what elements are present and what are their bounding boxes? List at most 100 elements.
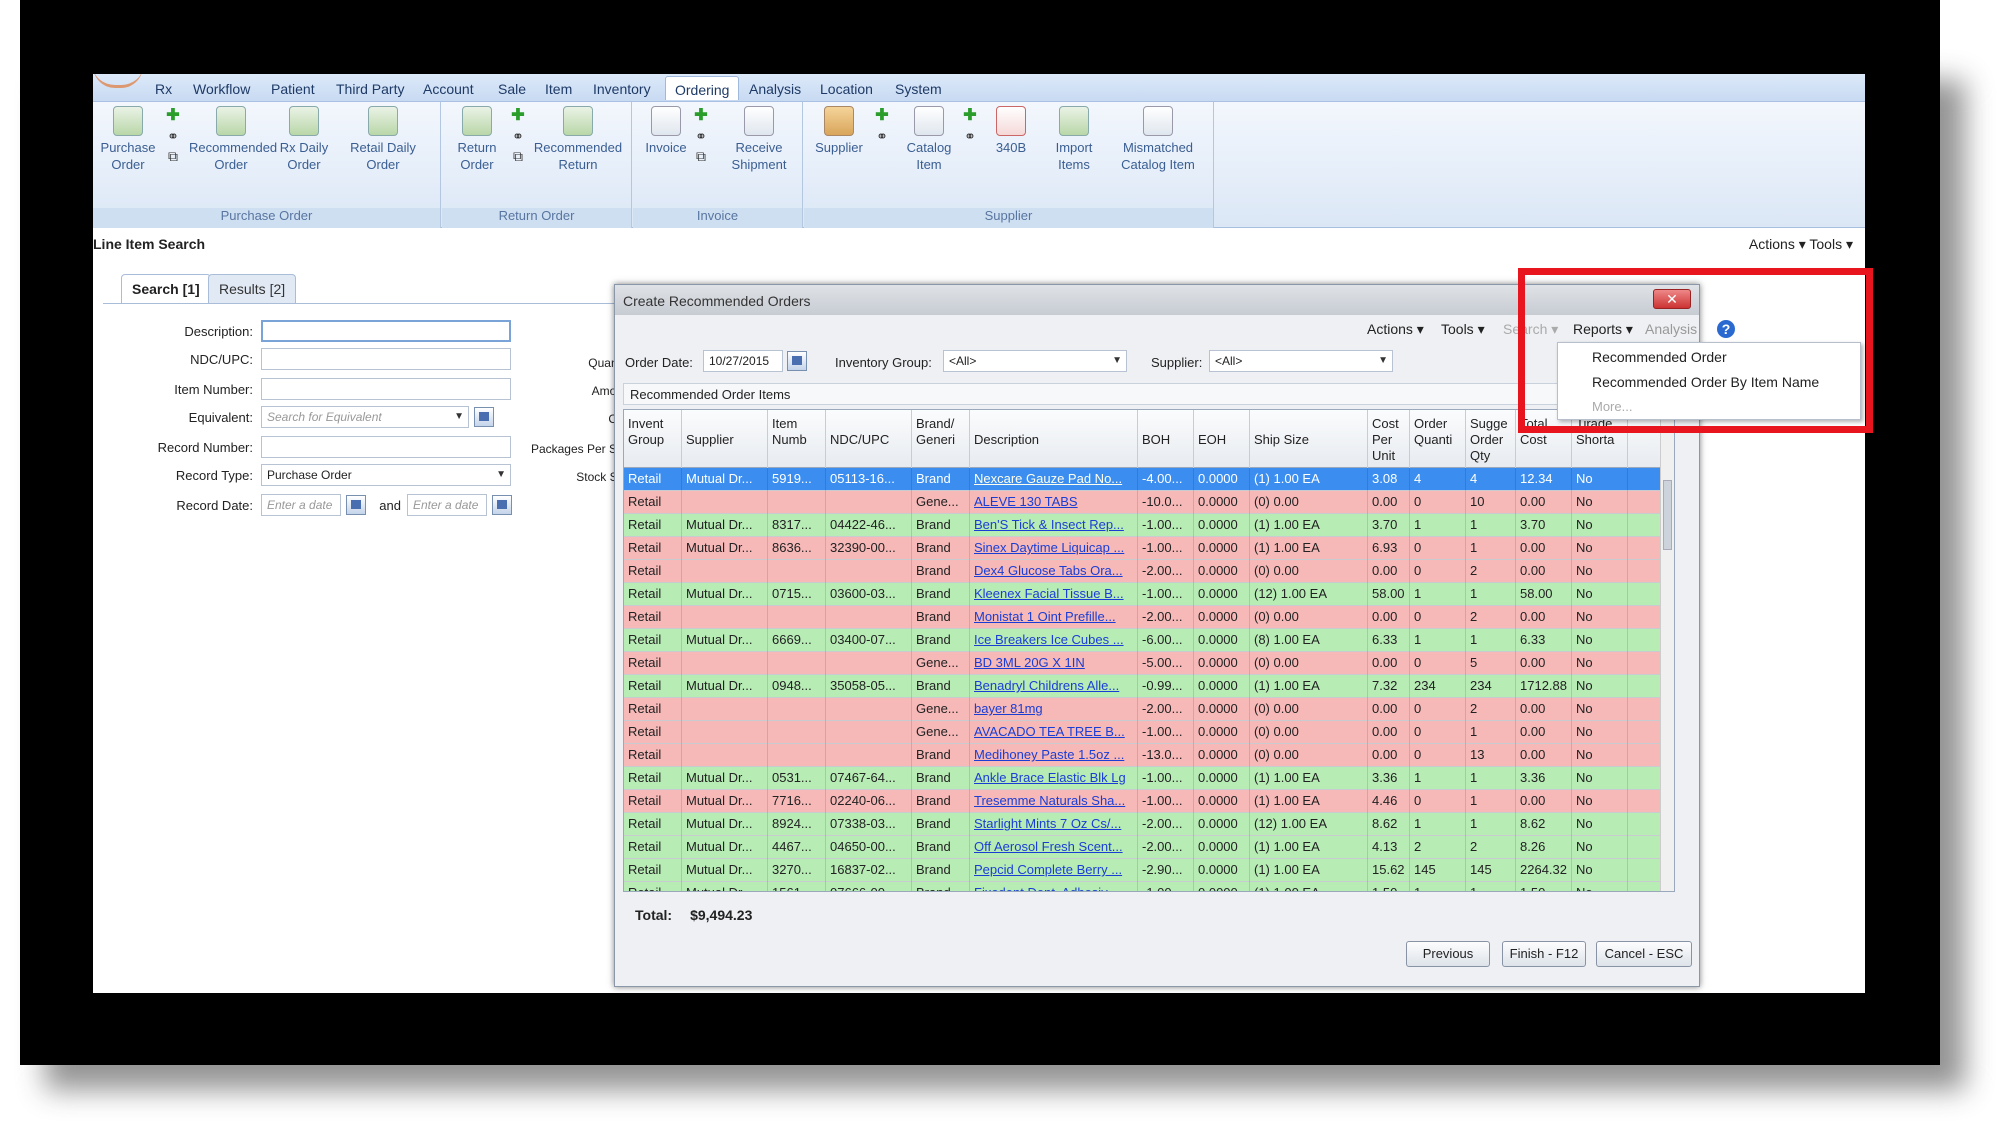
description-input[interactable] [261, 320, 511, 342]
chevron-down-icon[interactable]: ▼ [1378, 355, 1388, 366]
table-row[interactable]: Retail Mutual Dr... 0948... 35058-05... Bran… [624, 675, 1674, 698]
copy-icon[interactable]: ⧉ [510, 148, 526, 164]
tab-search[interactable]: Search [1] [121, 274, 211, 304]
recommended-order-button[interactable]: Recommended Order [189, 102, 277, 173]
menu-system[interactable]: System [895, 81, 942, 97]
binoculars-icon[interactable]: ⚭ [165, 128, 181, 144]
table-row[interactable]: Retail Mutual Dr... 6669... 03400-07... Bran… [624, 629, 1674, 652]
cell-description[interactable]: Nexcare Gauze Pad No... [970, 468, 1138, 491]
cancel-button[interactable]: Cancel - ESC [1596, 941, 1692, 967]
table-row[interactable]: Retail Gene... BD 3ML 20G X 1IN -5.00... 0.0… [624, 652, 1674, 675]
table-row[interactable]: Retail Mutual Dr... 0715... 03600-03... Bran… [624, 583, 1674, 606]
menu-location[interactable]: Location [820, 81, 873, 97]
table-row[interactable]: Retail Gene... AVACADO TEA TREE B... -1.00.… [624, 721, 1674, 744]
copy-icon[interactable]: ⧉ [693, 148, 709, 164]
cell-description[interactable]: Ben'S Tick & Insect Rep... [970, 514, 1138, 537]
table-row[interactable]: Retail Brand Medihoney Paste 1.5oz ... -13.… [624, 744, 1674, 767]
cell-description[interactable]: BD 3ML 20G X 1IN [970, 652, 1138, 675]
chevron-down-icon[interactable]: ▼ [454, 411, 464, 422]
cell-description[interactable]: Tresemme Naturals Sha... [970, 790, 1138, 813]
copy-icon[interactable]: ⧉ [165, 148, 181, 164]
menu-third-party[interactable]: Third Party [336, 81, 404, 97]
equivalent-input[interactable]: Search for Equivalent ▼ [261, 406, 469, 428]
catalog-item-button[interactable]: Catalog Item [896, 102, 962, 173]
menu-ordering[interactable]: Ordering [665, 76, 740, 100]
vertical-scrollbar[interactable] [1660, 410, 1674, 891]
table-row[interactable]: Retail Gene... bayer 81mg -2.00... 0.0000 (0)… [624, 698, 1674, 721]
tab-results[interactable]: Results [2] [208, 274, 297, 304]
calendar-icon[interactable] [787, 351, 807, 371]
add-icon[interactable]: ✚ [165, 108, 181, 124]
cell-description[interactable]: bayer 81mg [970, 698, 1138, 721]
cell-description[interactable]: Monistat 1 Oint Prefille... [970, 606, 1138, 629]
record-number-input[interactable] [261, 436, 511, 458]
cell-description[interactable]: Off Aerosol Fresh Scent... [970, 836, 1138, 859]
dialog-actions-menu[interactable]: Actions ▾ [1367, 321, 1424, 338]
cell-description[interactable]: Ankle Brace Elastic Blk Lg [970, 767, 1138, 790]
340b-button[interactable]: 340B [982, 102, 1040, 156]
chevron-down-icon[interactable]: ▼ [1112, 355, 1122, 366]
record-type-select[interactable]: Purchase Order ▼ [261, 464, 511, 486]
binoculars-icon[interactable]: ⚭ [510, 128, 526, 144]
recommended-return-button[interactable]: Recommended Return [530, 102, 626, 173]
table-row[interactable]: Retail Mutual Dr... 8317... 04422-46... Bran… [624, 514, 1674, 537]
menu-patient[interactable]: Patient [271, 81, 315, 97]
column-header-item-number[interactable]: Item Numb [768, 410, 826, 468]
column-header-suggested-order-qty[interactable]: Sugge Order Qty [1466, 410, 1516, 468]
cell-description[interactable]: ALEVE 130 TABS [970, 491, 1138, 514]
cell-description[interactable]: Starlight Mints 7 Oz Cs/... [970, 813, 1138, 836]
menu-account[interactable]: Account [423, 81, 474, 97]
return-order-button[interactable]: Return Order [444, 102, 510, 173]
import-items-button[interactable]: Import Items [1042, 102, 1106, 173]
binoculars-icon[interactable]: ⚭ [693, 128, 709, 144]
cell-description[interactable]: Sinex Daytime Liquicap ... [970, 537, 1138, 560]
item-number-input[interactable] [261, 378, 511, 400]
ndc-input[interactable] [261, 348, 511, 370]
record-date-from-input[interactable]: Enter a date [261, 494, 341, 516]
column-header-order-quantity[interactable]: Order Quanti [1410, 410, 1466, 468]
table-row[interactable]: Retail Mutual Dr... 8924... 07338-03... Bran… [624, 813, 1674, 836]
supplier-button[interactable]: Supplier [806, 102, 872, 156]
cell-description[interactable]: Benadryl Childrens Alle... [970, 675, 1138, 698]
inventory-group-select[interactable]: <All> ▼ [943, 350, 1127, 372]
record-date-to-input[interactable]: Enter a date [407, 494, 487, 516]
receive-shipment-button[interactable]: Receive Shipment [721, 102, 797, 173]
previous-button[interactable]: Previous [1406, 941, 1490, 967]
finish-button[interactable]: Finish - F12 [1502, 941, 1586, 967]
column-header-ndc-upc[interactable]: NDC/UPC [826, 410, 912, 468]
cell-description[interactable]: Pepcid Complete Berry ... [970, 859, 1138, 882]
dialog-tools-menu[interactable]: Tools ▾ [1441, 321, 1485, 338]
cell-description[interactable]: Kleenex Facial Tissue B... [970, 583, 1138, 606]
table-row[interactable]: Retail Mutual Dr... 8636... 32390-00... Bran… [624, 537, 1674, 560]
add-icon[interactable]: ✚ [510, 108, 526, 124]
table-row[interactable]: Retail Brand Monistat 1 Oint Prefille... -2… [624, 606, 1674, 629]
mismatched-catalog-item-button[interactable]: Mismatched Catalog Item [1110, 102, 1206, 173]
menu-workflow[interactable]: Workflow [193, 81, 250, 97]
table-row[interactable]: Retail Mutual Dr... 0531... 07467-64... Bran… [624, 767, 1674, 790]
menu-sale[interactable]: Sale [498, 81, 526, 97]
purchase-order-button[interactable]: Purchase Order [95, 102, 161, 173]
calendar-icon[interactable] [492, 495, 512, 515]
menu-item[interactable]: Item [545, 81, 572, 97]
add-icon[interactable]: ✚ [693, 108, 709, 124]
binoculars-icon[interactable]: ⚭ [874, 128, 890, 144]
binoculars-search-icon[interactable] [474, 407, 494, 427]
chevron-down-icon[interactable]: ▼ [496, 469, 506, 480]
invoice-button[interactable]: Invoice [633, 102, 699, 156]
add-icon[interactable]: ✚ [874, 108, 890, 124]
retail-daily-order-button[interactable]: Retail Daily Order [341, 102, 425, 173]
column-header-supplier[interactable]: Supplier [682, 410, 768, 468]
table-row[interactable]: Retail Brand Dex4 Glucose Tabs Ora... -2.00… [624, 560, 1674, 583]
menu-inventory[interactable]: Inventory [593, 81, 651, 97]
cell-description[interactable]: Medihoney Paste 1.5oz ... [970, 744, 1138, 767]
cell-description[interactable]: Dex4 Glucose Tabs Ora... [970, 560, 1138, 583]
scrollbar-thumb[interactable] [1663, 480, 1672, 550]
add-icon[interactable]: ✚ [962, 108, 978, 124]
table-row[interactable]: Retail Mutual Dr... 7716... 02240-06... Bran… [624, 790, 1674, 813]
table-row[interactable]: Retail Mutual Dr... 4467... 04650-00... Bran… [624, 836, 1674, 859]
supplier-select[interactable]: <All> ▼ [1209, 350, 1393, 372]
table-row[interactable]: RetailMutual Dr...1561...07666-00...Bran… [624, 882, 1674, 891]
order-date-input[interactable]: 10/27/2015 [703, 350, 783, 372]
calendar-icon[interactable] [346, 495, 366, 515]
rx-daily-order-button[interactable]: Rx Daily Order [271, 102, 337, 173]
